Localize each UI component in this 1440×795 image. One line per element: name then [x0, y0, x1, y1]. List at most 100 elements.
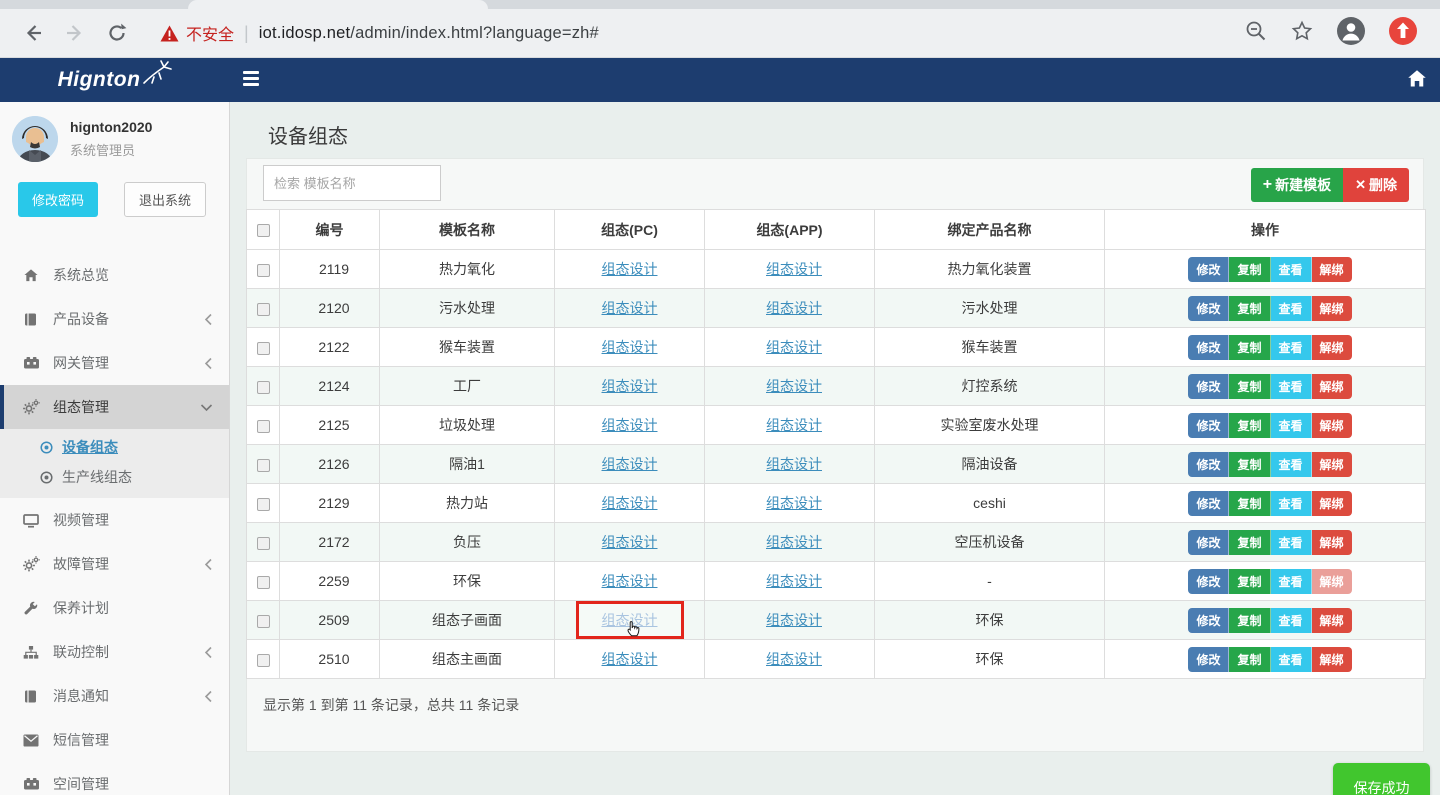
modify-button[interactable]: 修改: [1188, 647, 1229, 672]
app-config-link[interactable]: 组态设计: [766, 261, 822, 277]
app-config-link[interactable]: 组态设计: [766, 573, 822, 589]
address-bar[interactable]: 不安全 | iot.idosp.net/admin/index.html?lan…: [160, 21, 1244, 45]
pc-config-link[interactable]: 组态设计: [602, 456, 658, 472]
pc-config-link[interactable]: 组态设计: [602, 534, 658, 550]
refresh-icon[interactable]: [100, 16, 134, 50]
avatar[interactable]: [12, 116, 58, 162]
unbind-button[interactable]: 解绑: [1312, 452, 1352, 477]
sidebar-item-组态管理[interactable]: 组态管理: [0, 385, 229, 429]
sidebar-item-短信管理[interactable]: 短信管理: [0, 718, 229, 762]
view-button[interactable]: 查看: [1271, 257, 1312, 282]
modify-button[interactable]: 修改: [1188, 530, 1229, 555]
row-checkbox[interactable]: [257, 576, 270, 589]
app-config-link[interactable]: 组态设计: [766, 651, 822, 667]
copy-button[interactable]: 复制: [1229, 374, 1270, 399]
row-checkbox[interactable]: [257, 498, 270, 511]
star-icon[interactable]: [1290, 19, 1314, 48]
view-button[interactable]: 查看: [1271, 530, 1312, 555]
copy-button[interactable]: 复制: [1229, 608, 1270, 633]
modify-button[interactable]: 修改: [1188, 257, 1229, 282]
app-config-link[interactable]: 组态设计: [766, 456, 822, 472]
sidebar-item-空间管理[interactable]: 空间管理: [0, 762, 229, 795]
security-label[interactable]: 不安全: [186, 21, 234, 45]
copy-button[interactable]: 复制: [1229, 296, 1270, 321]
pc-config-link[interactable]: 组态设计: [602, 300, 658, 316]
app-config-link[interactable]: 组态设计: [766, 378, 822, 394]
unbind-button[interactable]: 解绑: [1312, 647, 1352, 672]
app-config-link[interactable]: 组态设计: [766, 417, 822, 433]
row-checkbox[interactable]: [257, 264, 270, 277]
new-template-button[interactable]: +新建模板: [1251, 168, 1343, 202]
app-config-link[interactable]: 组态设计: [766, 339, 822, 355]
modify-button[interactable]: 修改: [1188, 413, 1229, 438]
app-config-link[interactable]: 组态设计: [766, 612, 822, 628]
pc-config-link[interactable]: 组态设计: [602, 573, 658, 589]
pc-config-link[interactable]: 组态设计: [602, 378, 658, 394]
pc-config-link[interactable]: 组态设计: [602, 495, 658, 511]
sidebar-item-联动控制[interactable]: 联动控制: [0, 630, 229, 674]
view-button[interactable]: 查看: [1271, 608, 1312, 633]
copy-button[interactable]: 复制: [1229, 452, 1270, 477]
modify-button[interactable]: 修改: [1188, 374, 1229, 399]
copy-button[interactable]: 复制: [1229, 413, 1270, 438]
url-text[interactable]: iot.idosp.net/admin/index.html?language=…: [259, 24, 599, 43]
modify-button[interactable]: 修改: [1188, 452, 1229, 477]
app-config-link[interactable]: 组态设计: [766, 300, 822, 316]
profile-icon[interactable]: [1336, 16, 1366, 51]
modify-button[interactable]: 修改: [1188, 335, 1229, 360]
sidebar-item-消息通知[interactable]: 消息通知: [0, 674, 229, 718]
unbind-button[interactable]: 解绑: [1312, 335, 1352, 360]
modify-button[interactable]: 修改: [1188, 491, 1229, 516]
app-config-link[interactable]: 组态设计: [766, 534, 822, 550]
sidebar-item-网关管理[interactable]: 网关管理: [0, 341, 229, 385]
unbind-button[interactable]: 解绑: [1312, 374, 1352, 399]
pc-config-link[interactable]: 组态设计: [602, 417, 658, 433]
view-button[interactable]: 查看: [1271, 647, 1312, 672]
delete-button[interactable]: ✕删除: [1343, 168, 1409, 202]
sidebar-toggle-icon[interactable]: [243, 71, 259, 89]
home-icon[interactable]: [1407, 69, 1427, 94]
copy-button[interactable]: 复制: [1229, 491, 1270, 516]
modify-button[interactable]: 修改: [1188, 608, 1229, 633]
unbind-button[interactable]: 解绑: [1312, 569, 1352, 594]
view-button[interactable]: 查看: [1271, 374, 1312, 399]
zoom-out-icon[interactable]: [1244, 19, 1268, 48]
sidebar-item-视频管理[interactable]: 视频管理: [0, 498, 229, 542]
row-checkbox[interactable]: [257, 342, 270, 355]
unbind-button[interactable]: 解绑: [1312, 608, 1352, 633]
copy-button[interactable]: 复制: [1229, 647, 1270, 672]
unbind-button[interactable]: 解绑: [1312, 257, 1352, 282]
pc-config-link[interactable]: 组态设计: [602, 261, 658, 277]
browser-tab[interactable]: [188, 0, 488, 9]
view-button[interactable]: 查看: [1271, 413, 1312, 438]
app-config-link[interactable]: 组态设计: [766, 495, 822, 511]
pc-config-link[interactable]: 组态设计: [602, 339, 658, 355]
row-checkbox[interactable]: [257, 459, 270, 472]
submenu-item-生产线组态[interactable]: 生产线组态: [0, 462, 229, 492]
sidebar-item-保养计划[interactable]: 保养计划: [0, 586, 229, 630]
select-all-checkbox[interactable]: [257, 224, 270, 237]
sidebar-item-故障管理[interactable]: 故障管理: [0, 542, 229, 586]
view-button[interactable]: 查看: [1271, 569, 1312, 594]
unbind-button[interactable]: 解绑: [1312, 530, 1352, 555]
row-checkbox[interactable]: [257, 615, 270, 628]
sidebar-item-系统总览[interactable]: 系统总览: [0, 253, 229, 297]
copy-button[interactable]: 复制: [1229, 335, 1270, 360]
copy-button[interactable]: 复制: [1229, 257, 1270, 282]
row-checkbox[interactable]: [257, 654, 270, 667]
unbind-button[interactable]: 解绑: [1312, 491, 1352, 516]
row-checkbox[interactable]: [257, 303, 270, 316]
view-button[interactable]: 查看: [1271, 296, 1312, 321]
view-button[interactable]: 查看: [1271, 452, 1312, 477]
search-input[interactable]: [263, 165, 441, 201]
change-password-button[interactable]: 修改密码: [18, 182, 98, 217]
copy-button[interactable]: 复制: [1229, 530, 1270, 555]
brand-logo[interactable]: Hignton: [0, 58, 230, 102]
unbind-button[interactable]: 解绑: [1312, 413, 1352, 438]
update-icon[interactable]: [1388, 16, 1418, 51]
submenu-item-设备组态[interactable]: 设备组态: [0, 432, 229, 462]
copy-button[interactable]: 复制: [1229, 569, 1270, 594]
pc-config-link[interactable]: 组态设计: [602, 651, 658, 667]
row-checkbox[interactable]: [257, 381, 270, 394]
row-checkbox[interactable]: [257, 420, 270, 433]
